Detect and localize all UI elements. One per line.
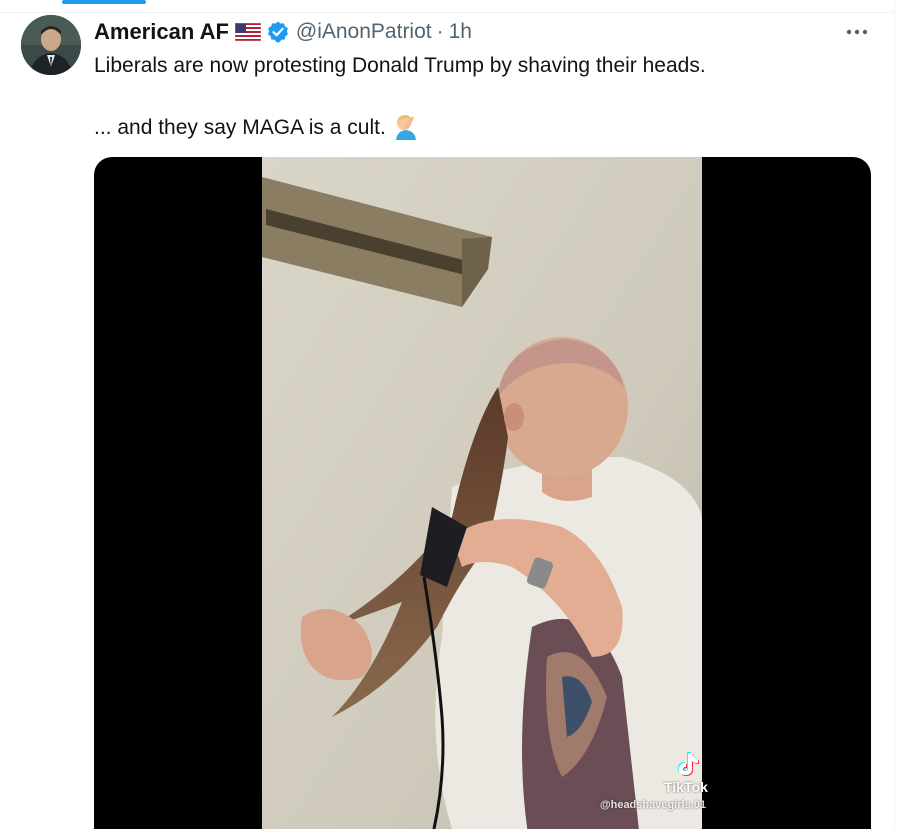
separator: · bbox=[436, 20, 444, 43]
tweet-header: American AF @iAnonPatriot · 1h bbox=[94, 18, 472, 46]
avatar[interactable] bbox=[21, 15, 81, 75]
man-facepalming-emoji bbox=[392, 112, 420, 140]
video-frame bbox=[262, 157, 702, 829]
tweet-text-line: ... and they say MAGA is a cult. bbox=[94, 112, 874, 142]
display-name[interactable]: American AF bbox=[94, 19, 229, 45]
tiktok-brand-label: TikTok bbox=[664, 779, 708, 795]
timestamp[interactable]: 1h bbox=[449, 20, 472, 44]
tweet-text: Liberals are now protesting Donald Trump… bbox=[94, 52, 874, 142]
us-flag-icon bbox=[234, 22, 262, 42]
video-player[interactable]: TikTok @headshavegirls.01 bbox=[94, 157, 871, 829]
tiktok-icon bbox=[678, 752, 699, 776]
more-options-icon[interactable] bbox=[842, 20, 872, 44]
tweet-text-line: Liberals are now protesting Donald Trump… bbox=[94, 54, 706, 77]
tweet-page: American AF @iAnonPatriot · 1h Liberals … bbox=[0, 0, 900, 829]
tab-active-indicator bbox=[62, 0, 146, 4]
verified-badge-icon[interactable] bbox=[266, 20, 290, 44]
tiktok-watermark: TikTok bbox=[636, 749, 736, 795]
user-handle[interactable]: @iAnonPatriot bbox=[296, 20, 432, 44]
divider bbox=[0, 12, 894, 13]
column-border bbox=[894, 0, 895, 829]
tiktok-username: @headshavegirls.01 bbox=[599, 799, 706, 811]
tweet-text-fragment: ... and they say MAGA is a cult. bbox=[94, 116, 386, 139]
